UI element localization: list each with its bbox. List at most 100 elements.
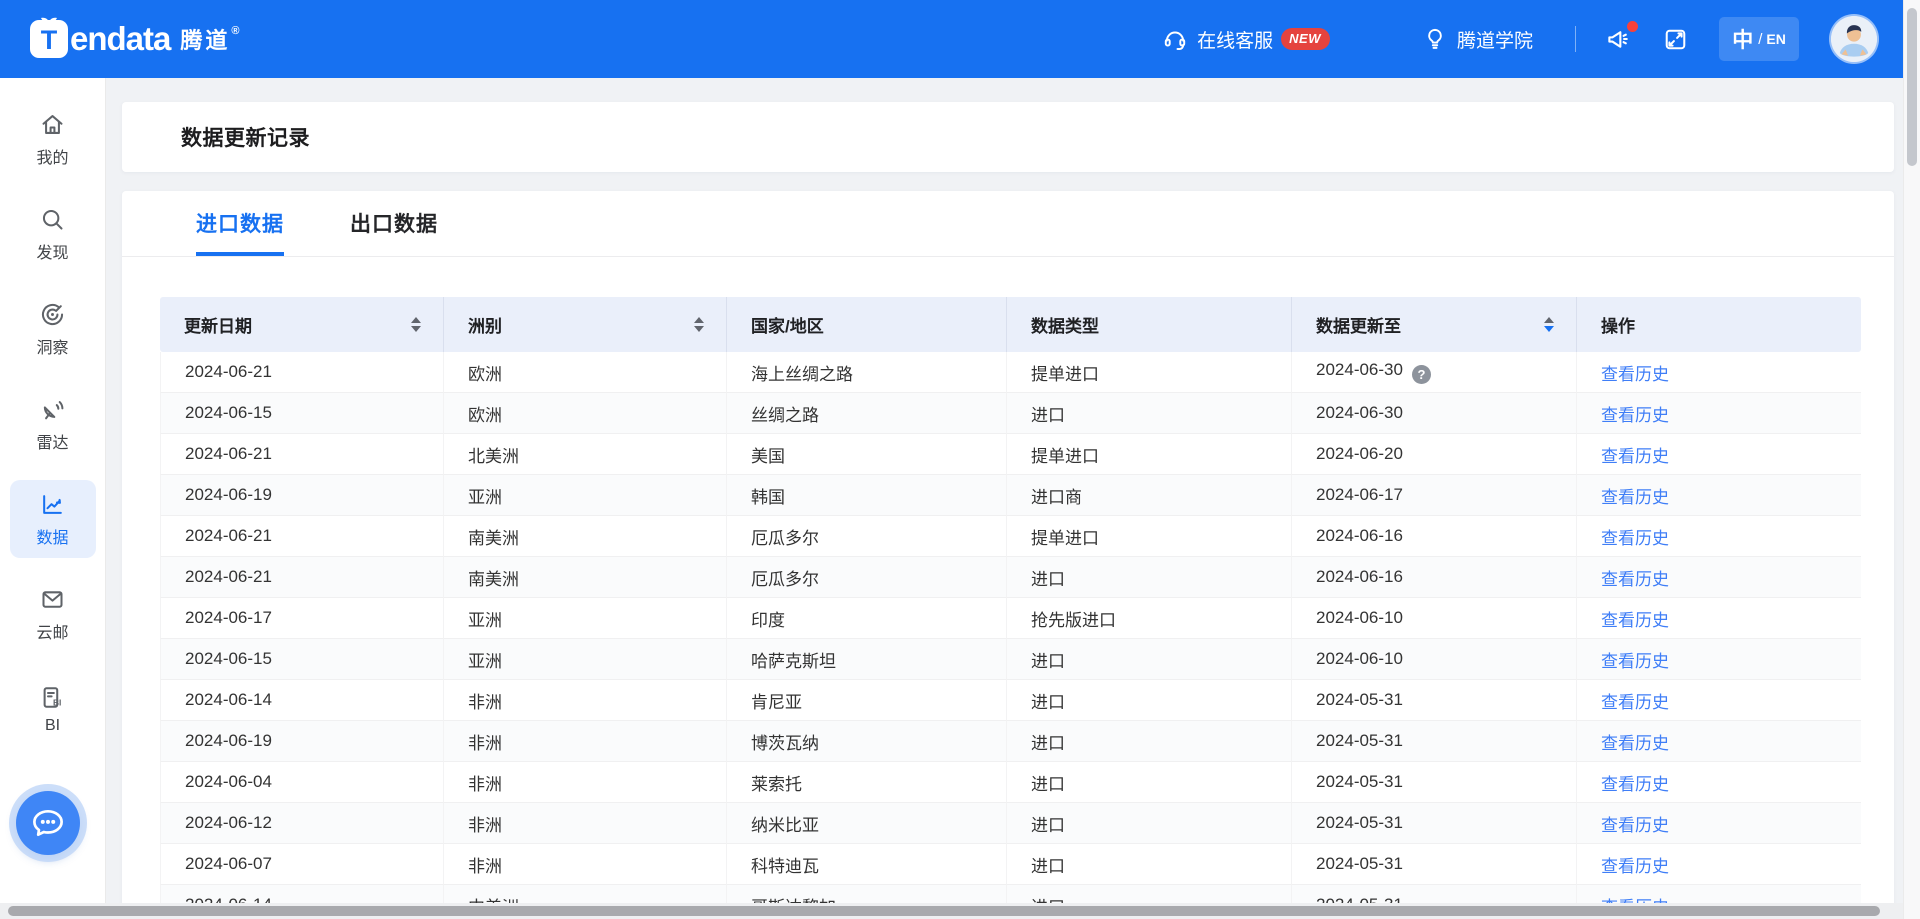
cell-updated-to: 2024-06-30? (1292, 352, 1577, 393)
updated-to-date: 2024-06-16 (1316, 567, 1403, 586)
view-history-link[interactable]: 查看历史 (1601, 857, 1669, 876)
sidebar-item-label: 发现 (36, 239, 68, 263)
brand-name-cn: 腾道® (180, 23, 242, 55)
cell-action: 查看历史 (1577, 434, 1861, 475)
cell-data-type: 提单进口 (1007, 434, 1292, 475)
view-history-link[interactable]: 查看历史 (1601, 406, 1669, 425)
table-row: 2024-06-19亚洲韩国进口商2024-06-17查看历史 (160, 475, 1861, 516)
table-row: 2024-06-12非洲纳米比亚进口2024-05-31查看历史 (160, 803, 1861, 844)
cell-update-date: 2024-06-19 (160, 475, 444, 516)
sort-control[interactable] (692, 315, 706, 334)
cell-data-type: 进口 (1007, 557, 1292, 598)
sidebar-item-bi[interactable]: BI BI (10, 670, 96, 748)
sidebar-item-insight[interactable]: 洞察 (10, 290, 96, 368)
bi-icon: BI (39, 684, 66, 711)
column-header-4: 数据类型 (1007, 297, 1292, 352)
cell-updated-to: 2024-06-17 (1292, 475, 1577, 516)
cell-updated-to: 2024-06-20 (1292, 434, 1577, 475)
new-badge: NEW (1281, 28, 1330, 50)
sidebar-item-label: 我的 (36, 144, 68, 168)
view-history-link[interactable]: 查看历史 (1601, 447, 1669, 466)
cell-data-type: 进口 (1007, 393, 1292, 434)
cell-update-date: 2024-06-07 (160, 844, 444, 885)
header-nav: 在线客服NEW 腾道学院 (1162, 26, 1533, 53)
sidebar-item-cloudmail[interactable]: 云邮 (10, 575, 96, 653)
vertical-scrollbar-thumb[interactable] (1907, 8, 1917, 166)
help-icon[interactable]: ? (1412, 365, 1431, 384)
table-row: 2024-06-21南美洲厄瓜多尔提单进口2024-06-16查看历史 (160, 516, 1861, 557)
sidebar-item-label: BI (45, 717, 60, 735)
expand-icon (1662, 26, 1689, 53)
view-history-link[interactable]: 查看历史 (1601, 488, 1669, 507)
cell-country: 博茨瓦纳 (727, 721, 1007, 762)
cell-data-type: 进口 (1007, 762, 1292, 803)
logo-sprout-icon (40, 13, 58, 25)
updated-to-date: 2024-06-30 (1316, 360, 1403, 379)
horizontal-scrollbar-thumb[interactable] (8, 906, 1880, 916)
view-history-link[interactable]: 查看历史 (1601, 365, 1669, 384)
chat-support-button[interactable] (16, 791, 80, 855)
cell-data-type: 进口 (1007, 721, 1292, 762)
cell-continent: 非洲 (444, 721, 727, 762)
fullscreen-button[interactable] (1662, 26, 1689, 53)
sidebar: 我的发现洞察雷达数据云邮BIBI ≫ (0, 78, 106, 919)
cell-country: 韩国 (727, 475, 1007, 516)
view-history-link[interactable]: 查看历史 (1601, 775, 1669, 794)
home-icon (39, 111, 66, 138)
view-history-link[interactable]: 查看历史 (1601, 816, 1669, 835)
cell-country: 海上丝绸之路 (727, 352, 1007, 393)
view-history-link[interactable]: 查看历史 (1601, 693, 1669, 712)
headset-icon (1162, 26, 1188, 52)
column-header-label: 国家/地区 (751, 312, 824, 337)
brand-wordmark: endata (70, 20, 170, 58)
column-header-label: 更新日期 (184, 312, 252, 337)
cell-data-type: 抢先版进口 (1007, 598, 1292, 639)
language-toggle-button[interactable]: 中 / EN (1719, 17, 1799, 61)
sidebar-item-discover[interactable]: 发现 (10, 195, 96, 273)
sort-control[interactable] (1542, 315, 1556, 334)
nav-item-tendata-academy[interactable]: 腾道学院 (1422, 26, 1533, 53)
tab-export[interactable]: 出口数据 (350, 208, 438, 256)
tab-import[interactable]: 进口数据 (196, 208, 284, 256)
data-update-table: 更新日期洲别国家/地区数据类型数据更新至操作 2024-06-21欧洲海上丝绸之… (160, 297, 1861, 919)
cell-updated-to: 2024-06-16 (1292, 557, 1577, 598)
header-right-group: 在线客服NEW 腾道学院 中 / EN (1162, 16, 1877, 62)
cell-update-date: 2024-06-15 (160, 393, 444, 434)
top-header: T endata 腾道® 在线客服NEW 腾道学院 中 / EN (0, 0, 1903, 78)
view-history-link[interactable]: 查看历史 (1601, 734, 1669, 753)
brand-logo[interactable]: T endata 腾道® (30, 20, 243, 58)
cell-country: 厄瓜多尔 (727, 557, 1007, 598)
registered-mark: ® (231, 25, 242, 37)
sort-control[interactable] (409, 315, 423, 334)
cell-action: 查看历史 (1577, 516, 1861, 557)
sidebar-item-mine[interactable]: 我的 (10, 100, 96, 178)
column-header-2: 洲别 (444, 297, 727, 352)
svg-text:BI: BI (53, 697, 61, 707)
user-avatar[interactable] (1831, 16, 1877, 62)
cell-continent: 非洲 (444, 680, 727, 721)
sidebar-item-label: 雷达 (36, 429, 68, 453)
view-history-link[interactable]: 查看历史 (1601, 652, 1669, 671)
sidebar-item-data[interactable]: 数据 (10, 480, 96, 558)
bulb-icon (1422, 26, 1448, 52)
view-history-link[interactable]: 查看历史 (1601, 570, 1669, 589)
cell-action: 查看历史 (1577, 352, 1861, 393)
column-header-6: 操作 (1577, 297, 1861, 352)
app-window: T endata 腾道® 在线客服NEW 腾道学院 中 / EN (0, 0, 1920, 919)
cell-country: 厄瓜多尔 (727, 516, 1007, 557)
cell-action: 查看历史 (1577, 598, 1861, 639)
updated-to-date: 2024-06-30 (1316, 403, 1403, 422)
view-history-link[interactable]: 查看历史 (1601, 529, 1669, 548)
cell-updated-to: 2024-06-30 (1292, 393, 1577, 434)
cell-data-type: 提单进口 (1007, 352, 1292, 393)
column-header-1: 更新日期 (160, 297, 444, 352)
sidebar-item-radar[interactable]: 雷达 (10, 385, 96, 463)
announcements-button[interactable] (1604, 25, 1632, 53)
column-header-label: 数据更新至 (1316, 312, 1401, 337)
cell-update-date: 2024-06-21 (160, 557, 444, 598)
view-history-link[interactable]: 查看历史 (1601, 611, 1669, 630)
nav-item-online-support[interactable]: 在线客服NEW (1162, 26, 1330, 53)
cell-action: 查看历史 (1577, 803, 1861, 844)
language-alt: EN (1766, 31, 1785, 47)
cell-update-date: 2024-06-21 (160, 516, 444, 557)
